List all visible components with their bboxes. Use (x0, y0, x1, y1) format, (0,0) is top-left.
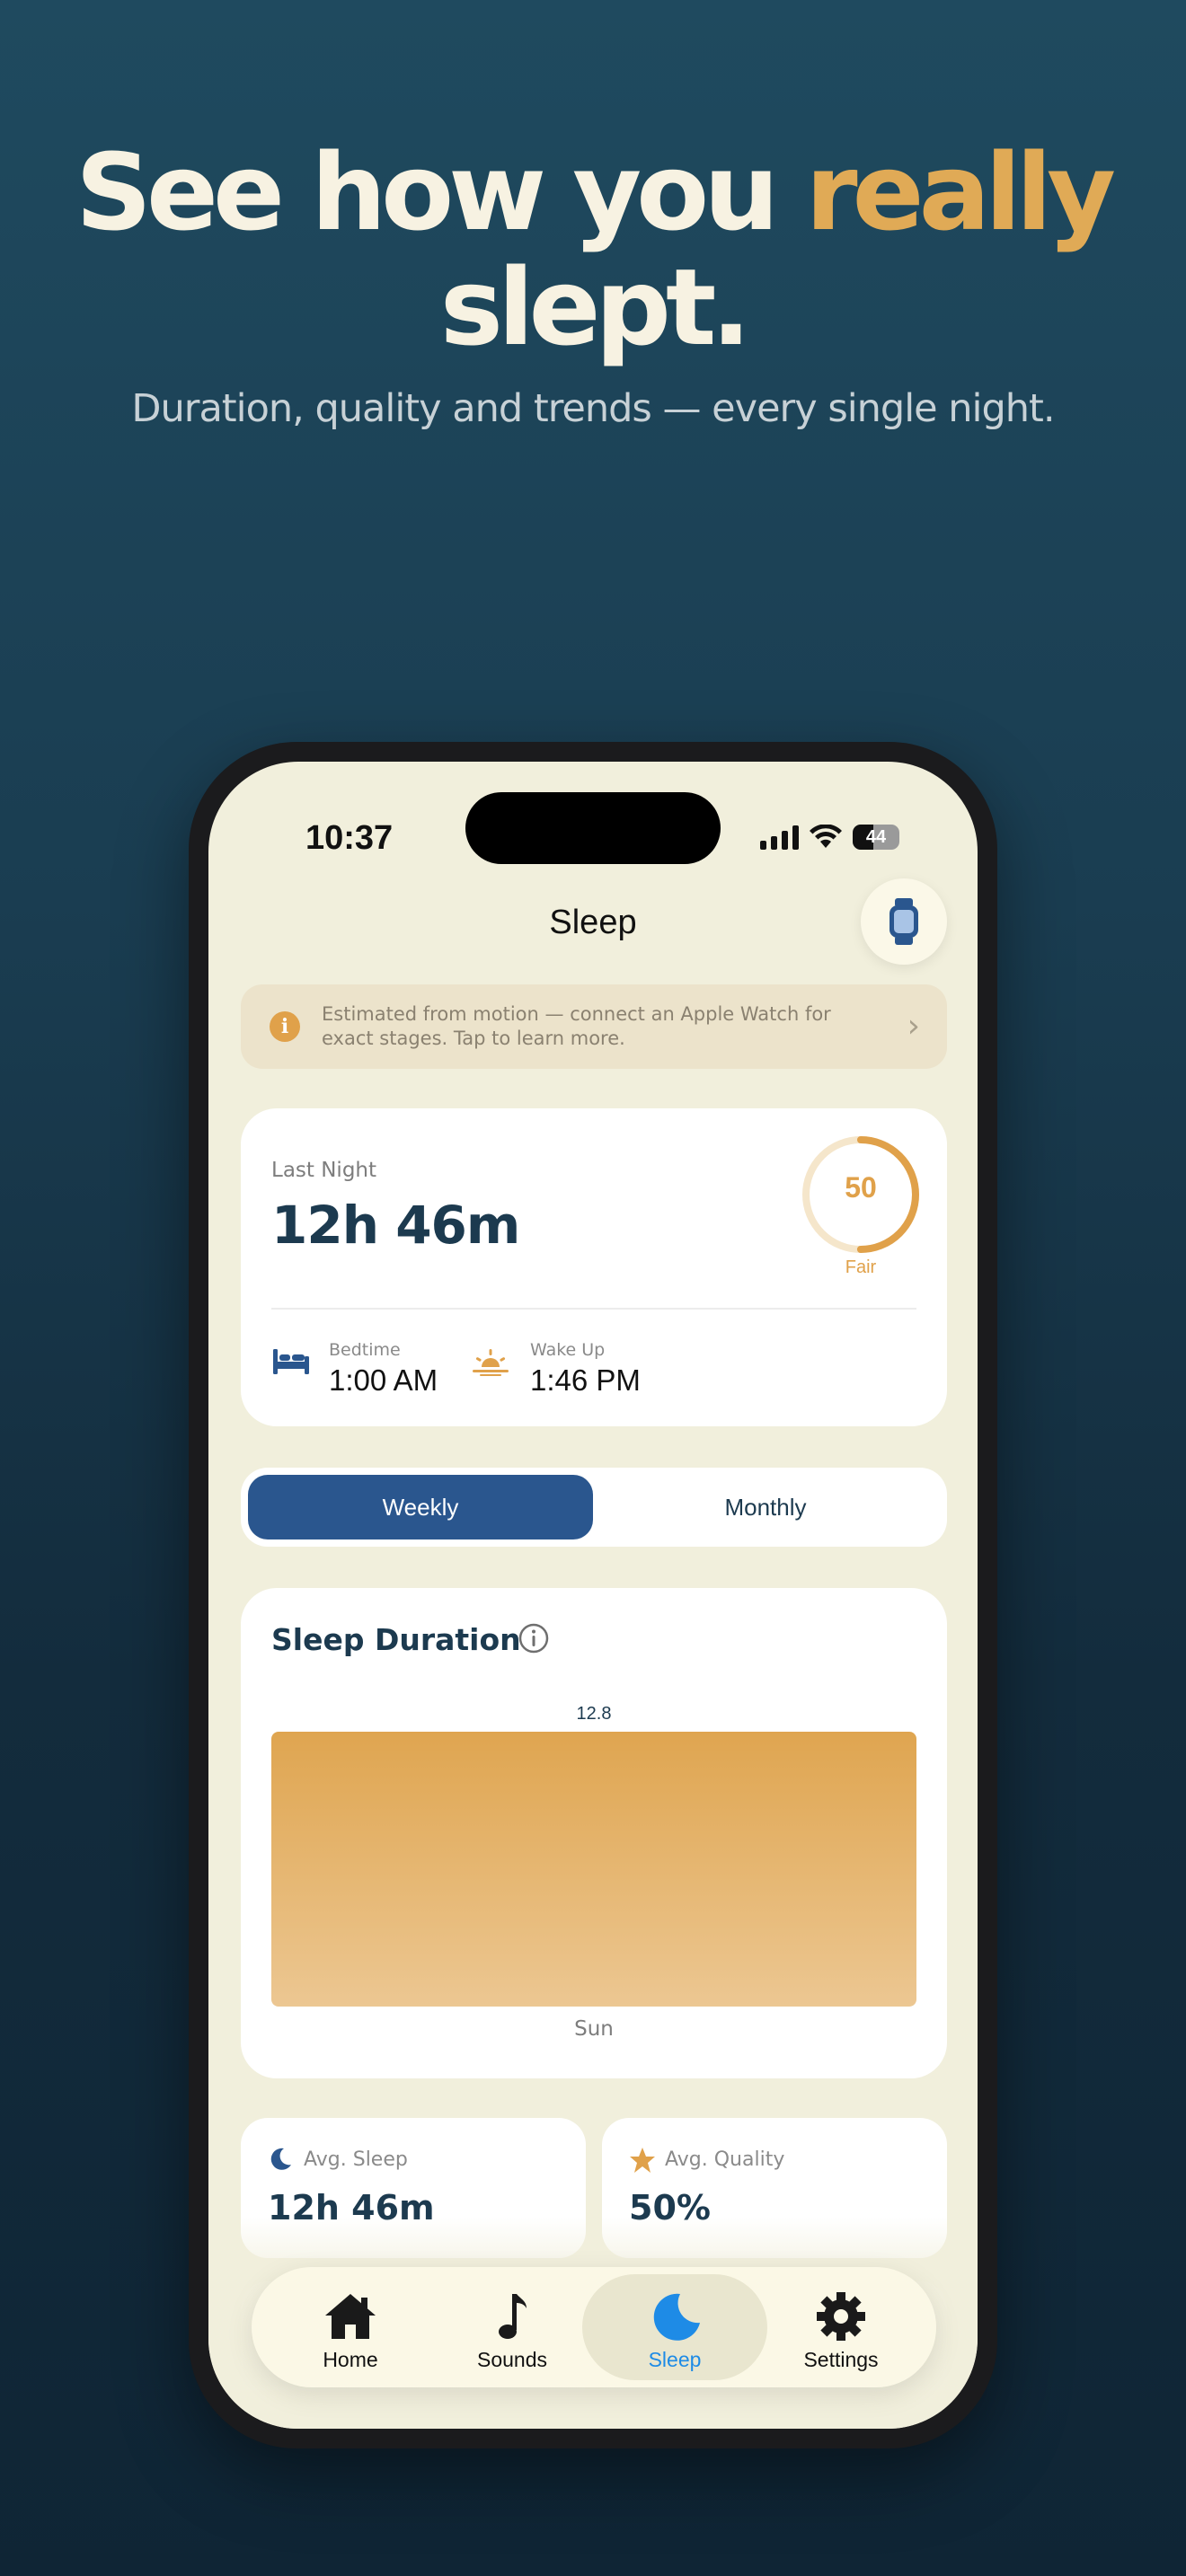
star-icon (630, 2148, 655, 2173)
sleep-score-label: Fair (845, 1257, 877, 1277)
banner-text: Estimated from motion — connect an Apple… (322, 1003, 831, 1049)
bar-data-label: 12.8 (577, 1704, 612, 1724)
bedtime-label: Bedtime (329, 1340, 401, 1360)
tab-home-label: Home (323, 2348, 378, 2371)
tab-sounds[interactable]: Sounds (431, 2274, 593, 2380)
last-night-duration: 12h 46m (271, 1195, 520, 1256)
gear-icon (817, 2292, 865, 2341)
status-time: 10:37 (305, 819, 394, 857)
tab-sleep[interactable]: Sleep (582, 2274, 767, 2380)
tab-home[interactable]: Home (270, 2274, 431, 2380)
weekly-segment[interactable]: Weekly (248, 1475, 593, 1539)
house-icon (325, 2294, 376, 2339)
last-night-label: Last Night (271, 1159, 377, 1182)
status-icons: 44 (760, 821, 899, 853)
tab-sleep-label: Sleep (648, 2348, 702, 2371)
period-segmented-control: Weekly Monthly (241, 1468, 947, 1547)
promo-subhead: Duration, quality and trends — every sin… (131, 386, 1055, 431)
dynamic-island (465, 792, 721, 864)
chevron-right-icon: › (907, 1008, 920, 1045)
apple-watch-banner[interactable]: i Estimated from motion — connect an App… (241, 984, 947, 1069)
avg-sleep-label: Avg. Sleep (304, 2148, 408, 2171)
tab-settings[interactable]: Settings (760, 2274, 922, 2380)
music-note-icon (499, 2294, 527, 2339)
phone-frame: 10:37 44 Sleep i Estimated from motion —… (189, 742, 997, 2448)
last-night-card[interactable]: Last Night 12h 46m 50 Fair Bedtime 1:00 … (241, 1108, 947, 1426)
battery-level: 44 (865, 827, 887, 847)
wifi-icon (810, 825, 842, 848)
bedtime-value: 1:00 AM (329, 1363, 438, 1397)
tab-sounds-label: Sounds (476, 2348, 547, 2371)
bar-sun[interactable] (271, 1732, 916, 2007)
sleep-score: 50 (845, 1171, 877, 1204)
headline-part1: See how you (75, 130, 806, 254)
apple-watch-button[interactable] (861, 878, 947, 965)
moon-icon (270, 2148, 291, 2170)
x-tick-label: Sun (574, 2017, 614, 2041)
apple-watch-icon (890, 898, 918, 945)
bed-icon (273, 1349, 309, 1374)
headline-accent: really (805, 130, 1116, 254)
cellular-signal-icon (760, 825, 799, 850)
tab-bar: Home Sounds Sleep Settings (252, 2267, 936, 2387)
divider (271, 1308, 916, 1310)
sunrise-icon (473, 1349, 509, 1376)
avg-quality-label: Avg. Quality (665, 2148, 785, 2171)
moon-icon (653, 2293, 700, 2341)
wakeup-value: 1:46 PM (530, 1363, 641, 1397)
monthly-segment[interactable]: Monthly (593, 1475, 938, 1539)
sleep-duration-card: Sleep Duration 12.8 Sun (241, 1588, 947, 2078)
battery-icon: 44 (853, 825, 899, 850)
sleep-duration-chart: 12.8 Sun (271, 1704, 916, 2041)
phone-screen: 10:37 44 Sleep i Estimated from motion —… (208, 762, 978, 2429)
wakeup-label: Wake Up (530, 1340, 606, 1360)
headline-part2: slept. (439, 245, 751, 369)
promo-headline: See how you really slept. (0, 135, 1186, 365)
tab-settings-label: Settings (803, 2348, 879, 2371)
info-icon: i (270, 1011, 300, 1042)
